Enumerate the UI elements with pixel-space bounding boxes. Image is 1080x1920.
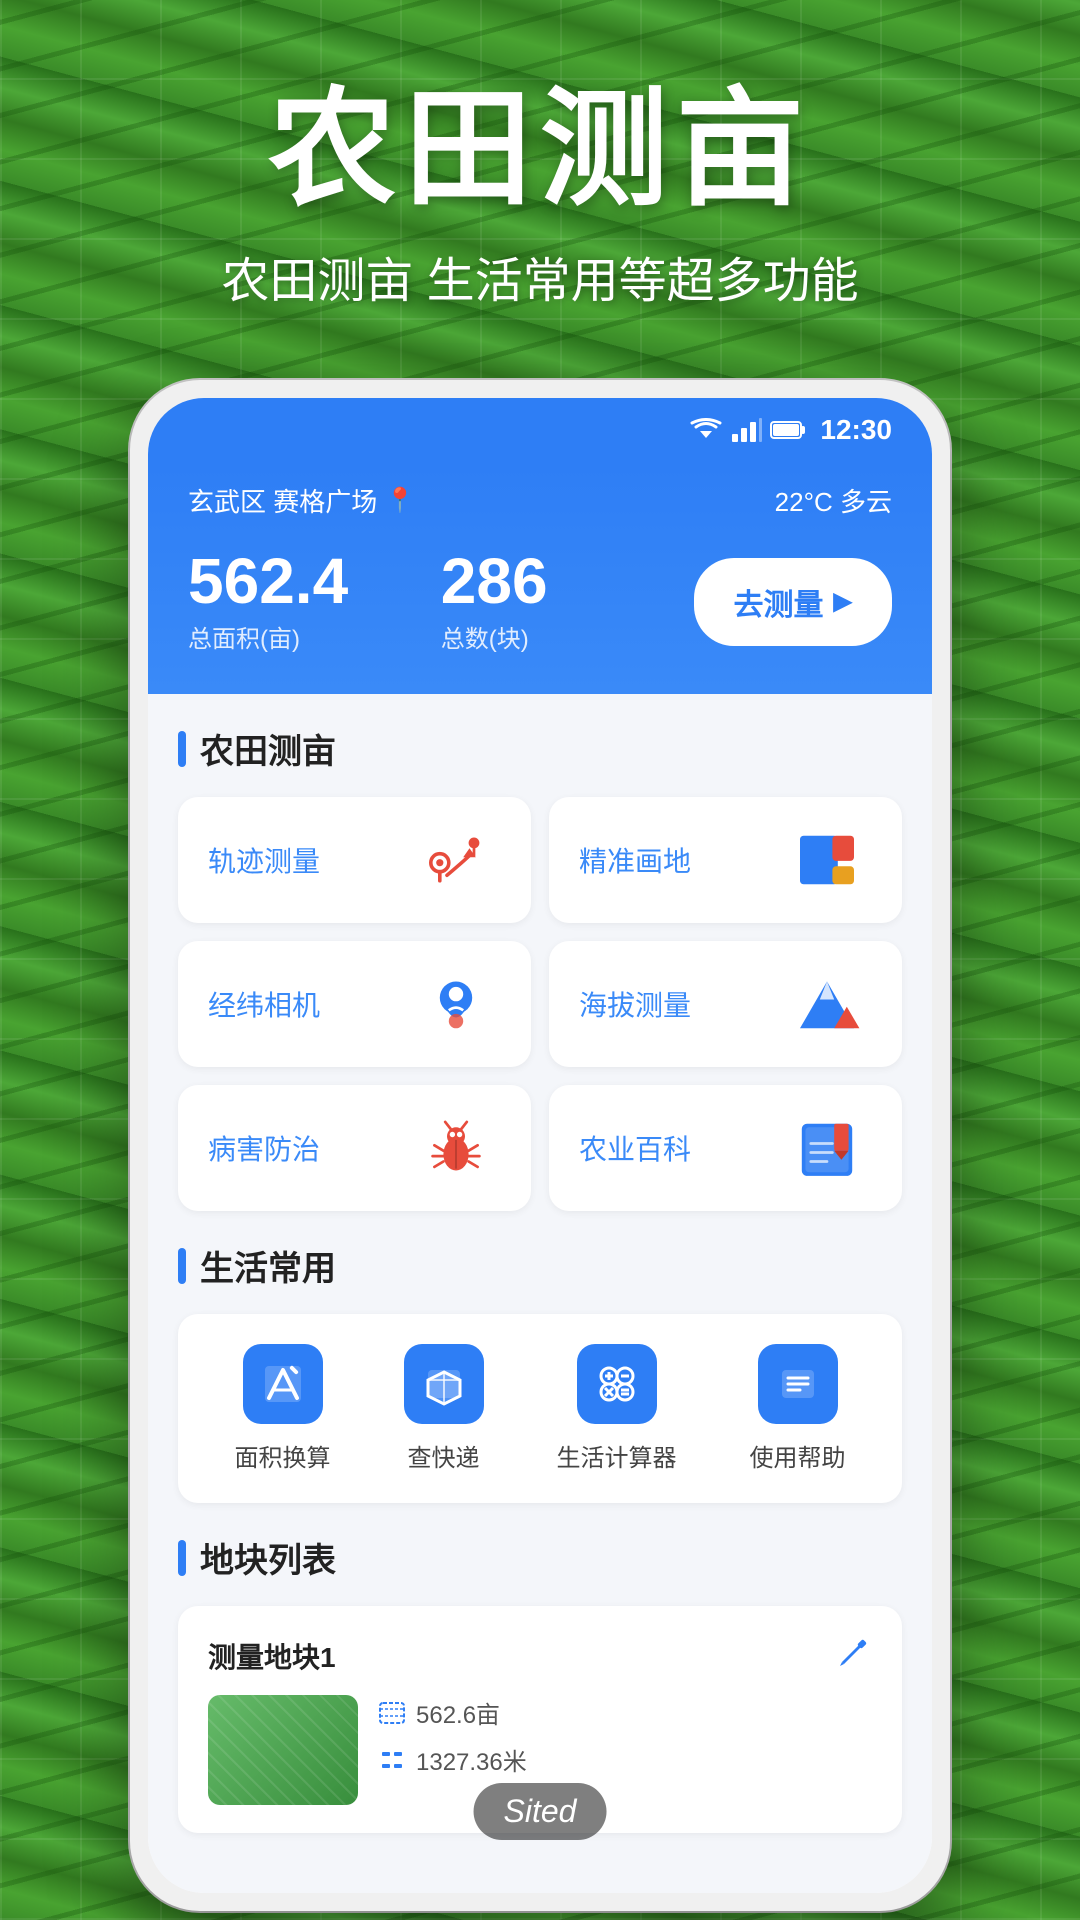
feature-card-pest[interactable]: 病害防治 xyxy=(178,1085,531,1211)
status-bar: 12:30 xyxy=(148,398,932,462)
life-tool-area-convert[interactable]: 面积换算 xyxy=(235,1344,331,1473)
stat-total-area: 562.4 总面积(亩) xyxy=(188,549,441,654)
land-info-perimeter-row: 1327.36米 xyxy=(378,1742,872,1777)
phone-inner: 12:30 玄武区 赛格广场 📍 22°C 多云 562.4 总面积(亩) xyxy=(148,398,932,1893)
section-title-bar-life xyxy=(178,1248,186,1284)
land-list-title-text: 地块列表 xyxy=(200,1533,336,1582)
feature-label-altitude: 海拔测量 xyxy=(579,984,691,1024)
measure-btn-arrow-icon: ▶ xyxy=(834,587,852,616)
life-tools-grid: 面积换算 查 xyxy=(178,1314,902,1503)
land-item-header: 测量地块1 xyxy=(208,1634,872,1677)
agri-icon xyxy=(782,1113,872,1183)
feature-label-precise: 精准画地 xyxy=(579,840,691,880)
area-convert-label: 面积换算 xyxy=(235,1438,331,1473)
land-area-value: 562.6亩 xyxy=(416,1695,500,1730)
help-label: 使用帮助 xyxy=(750,1438,846,1473)
calculator-icon xyxy=(577,1344,657,1424)
land-perimeter-value: 1327.36米 xyxy=(416,1742,527,1777)
feature-grid: 轨迹测量 xyxy=(178,797,902,1211)
life-title-text: 生活常用 xyxy=(200,1241,336,1290)
feature-card-camera[interactable]: 经纬相机 xyxy=(178,941,531,1067)
help-icon xyxy=(758,1344,838,1424)
area-icon xyxy=(378,1701,406,1725)
precise-icon xyxy=(782,825,872,895)
stat-area-value: 562.4 xyxy=(188,549,441,613)
header-overlay: 农田测亩 农田测亩 生活常用等超多功能 xyxy=(0,0,1080,311)
altitude-icon xyxy=(782,969,872,1039)
app-header: 玄武区 赛格广场 📍 22°C 多云 562.4 总面积(亩) 286 总数(块… xyxy=(148,462,932,694)
land-item-edit-icon[interactable] xyxy=(836,1634,872,1677)
sited-text: Sited xyxy=(504,1793,577,1829)
farmland-section-title: 农田测亩 xyxy=(178,724,902,773)
stat-area-label: 总面积(亩) xyxy=(188,619,441,654)
farmland-section: 农田测亩 轨迹测量 xyxy=(178,724,902,1211)
feature-label-agri: 农业百科 xyxy=(579,1128,691,1168)
phone-shell: 12:30 玄武区 赛格广场 📍 22°C 多云 562.4 总面积(亩) xyxy=(130,380,950,1911)
stats-row: 562.4 总面积(亩) 286 总数(块) 去测量 ▶ xyxy=(188,549,892,654)
feature-card-altitude[interactable]: 海拔测量 xyxy=(549,941,902,1067)
location-text: 玄武区 赛格广场 📍 xyxy=(188,482,415,519)
calculator-label: 生活计算器 xyxy=(557,1438,677,1473)
status-time: 12:30 xyxy=(820,414,892,446)
measure-btn-label: 去测量 xyxy=(734,580,824,624)
weather-text: 22°C 多云 xyxy=(775,482,892,519)
life-section: 生活常用 xyxy=(178,1241,902,1503)
section-title-bar-land xyxy=(178,1540,186,1576)
measure-button[interactable]: 去测量 ▶ xyxy=(694,558,892,646)
location-bar: 玄武区 赛格广场 📍 22°C 多云 xyxy=(188,482,892,519)
land-list-section-title: 地块列表 xyxy=(178,1533,902,1582)
track-icon xyxy=(411,825,501,895)
land-info: 562.6亩 1327.36米 xyxy=(378,1695,872,1777)
life-tool-express[interactable]: 查快递 xyxy=(404,1344,484,1473)
main-title: 农田测亩 xyxy=(0,80,1080,221)
section-title-bar-farmland xyxy=(178,731,186,767)
sited-badge: Sited xyxy=(474,1783,607,1840)
perimeter-icon xyxy=(378,1748,406,1772)
signal-icon xyxy=(730,418,762,442)
location-pin-icon: 📍 xyxy=(385,486,415,515)
farmland-title-text: 农田测亩 xyxy=(200,724,336,773)
life-tool-calculator[interactable]: 生活计算器 xyxy=(557,1344,677,1473)
battery-icon xyxy=(770,419,808,441)
app-content: 农田测亩 轨迹测量 xyxy=(148,694,932,1893)
land-thumbnail xyxy=(208,1695,358,1805)
life-section-title: 生活常用 xyxy=(178,1241,902,1290)
camera-icon xyxy=(411,969,501,1039)
feature-card-agri[interactable]: 农业百科 xyxy=(549,1085,902,1211)
land-item-name: 测量地块1 xyxy=(208,1636,336,1676)
area-convert-icon xyxy=(243,1344,323,1424)
stat-count-label: 总数(块) xyxy=(441,619,694,654)
feature-card-precise[interactable]: 精准画地 xyxy=(549,797,902,923)
stat-count-value: 286 xyxy=(441,549,694,613)
feature-card-track[interactable]: 轨迹测量 xyxy=(178,797,531,923)
stat-total-count: 286 总数(块) xyxy=(441,549,694,654)
feature-label-track: 轨迹测量 xyxy=(208,840,320,880)
life-tool-help[interactable]: 使用帮助 xyxy=(750,1344,846,1473)
land-info-area-row: 562.6亩 xyxy=(378,1695,872,1730)
pest-icon xyxy=(411,1113,501,1183)
express-icon xyxy=(404,1344,484,1424)
feature-label-camera: 经纬相机 xyxy=(208,984,320,1024)
phone-mockup: 12:30 玄武区 赛格广场 📍 22°C 多云 562.4 总面积(亩) xyxy=(130,380,950,1911)
feature-label-pest: 病害防治 xyxy=(208,1128,320,1168)
express-label: 查快递 xyxy=(408,1438,480,1473)
wifi-icon xyxy=(690,418,722,442)
location-label: 玄武区 赛格广场 xyxy=(188,482,377,519)
sub-title: 农田测亩 生活常用等超多功能 xyxy=(0,241,1080,311)
status-icons xyxy=(690,418,808,442)
